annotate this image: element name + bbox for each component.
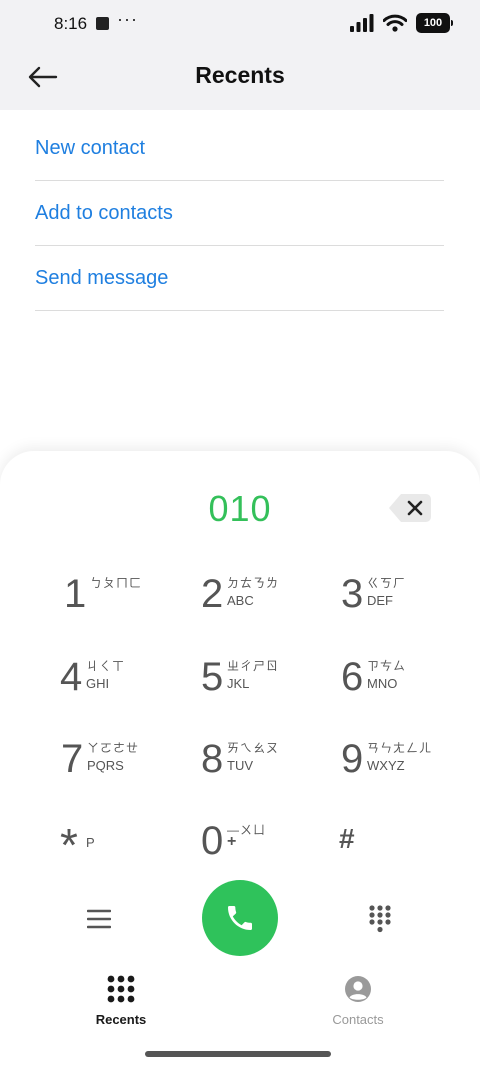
backspace-button[interactable] (388, 492, 432, 524)
tab-contacts[interactable]: Contacts (308, 975, 408, 1027)
key-letters: ABC (227, 593, 254, 608)
dialpad-grid-icon (107, 975, 135, 1003)
key-9[interactable]: 9 ㄢㄣㄤㄥㄦ WXYZ (341, 733, 480, 803)
key-1[interactable]: 1 ㄅㄆㄇㄈ (64, 568, 204, 638)
notification-icon (96, 17, 109, 30)
dialpad-icon (369, 905, 391, 933)
key-0[interactable]: 0 —ㄨㄩ + (201, 815, 341, 885)
key-8[interactable]: 8 ㄞㄟㄠㄡ TUV (201, 733, 341, 803)
key-zhuyin: ㄓㄔㄕㄖ (227, 659, 280, 673)
key-2[interactable]: 2 ㄉㄊㄋㄌ ABC (201, 568, 341, 638)
dialpad-toggle-button[interactable] (363, 900, 397, 938)
key-3[interactable]: 3 ㄍㄎㄏ DEF (341, 568, 480, 638)
key-digit: 5 (201, 655, 224, 699)
key-letters: P (86, 835, 95, 850)
key-zhuyin: ㄉㄊㄋㄌ (227, 576, 280, 590)
key-zhuyin: ㄚㄛㄜㄝ (87, 741, 140, 755)
menu-button[interactable] (82, 902, 116, 936)
battery-icon: 100 (416, 13, 453, 33)
key-letters: MNO (367, 676, 398, 691)
key-zhuyin: ㄞㄟㄠㄡ (227, 741, 280, 755)
signal-icon (350, 14, 374, 32)
add-to-contacts-option[interactable]: Add to contacts (35, 181, 444, 246)
key-digit: 9 (341, 737, 364, 781)
more-notifications-icon: ··· (117, 9, 138, 29)
key-hash[interactable]: # (339, 815, 479, 885)
key-letters: TUV (227, 758, 253, 773)
key-digit: 7 (61, 737, 84, 781)
tab-label: Recents (95, 1012, 147, 1027)
key-star[interactable]: * P (60, 815, 200, 885)
new-contact-option[interactable]: New contact (35, 116, 444, 181)
call-button[interactable] (202, 880, 278, 956)
key-letters: + (227, 833, 237, 850)
page-title: Recents (195, 62, 285, 88)
key-6[interactable]: 6 ㄗㄘㄙ MNO (341, 651, 480, 721)
key-letters: JKL (227, 676, 250, 691)
key-digit: 3 (341, 572, 364, 616)
key-letters: WXYZ (367, 758, 405, 773)
key-zhuyin: ㄐㄑㄒ (86, 659, 126, 673)
phone-screen: 8:16 ··· 100 Recents New contact Add to … (0, 0, 480, 1066)
key-zhuyin: ㄢㄣㄤㄥㄦ (367, 741, 433, 755)
phone-icon (228, 906, 252, 930)
status-time: 8:16 (54, 14, 88, 33)
key-digit: 6 (341, 655, 364, 699)
send-message-option[interactable]: Send message (35, 246, 444, 311)
key-zhuyin: ㄗㄘㄙ (367, 659, 407, 673)
key-letters: PQRS (87, 758, 124, 773)
tab-label: Contacts (332, 1012, 384, 1027)
key-letters: GHI (86, 676, 110, 691)
key-digit: # (339, 823, 355, 854)
header: Recents (0, 48, 480, 110)
key-digit: 4 (60, 655, 83, 699)
key-letters: DEF (367, 593, 393, 608)
status-icons: 100 (350, 13, 453, 33)
backspace-icon (389, 494, 431, 522)
key-4[interactable]: 4 ㄐㄑㄒ GHI (60, 651, 200, 721)
options-list: New contact Add to contacts Send message (35, 116, 444, 311)
key-digit: * (60, 819, 78, 871)
wifi-icon (383, 14, 407, 32)
home-indicator[interactable] (145, 1051, 331, 1057)
key-zhuyin: ㄅㄆㄇㄈ (90, 576, 143, 590)
tab-recents[interactable]: Recents (71, 975, 171, 1027)
key-zhuyin: ㄍㄎㄏ (367, 576, 407, 590)
key-digit: 8 (201, 737, 224, 781)
key-digit: 0 (201, 819, 224, 863)
key-5[interactable]: 5 ㄓㄔㄕㄖ JKL (201, 651, 341, 721)
menu-icon (87, 909, 111, 929)
key-7[interactable]: 7 ㄚㄛㄜㄝ PQRS (61, 733, 201, 803)
key-digit: 1 (64, 572, 87, 616)
person-icon (345, 976, 371, 1002)
status-bar: 8:16 ··· 100 (0, 0, 480, 48)
top-area: 8:16 ··· 100 Recents (0, 0, 480, 110)
key-digit: 2 (201, 572, 224, 616)
